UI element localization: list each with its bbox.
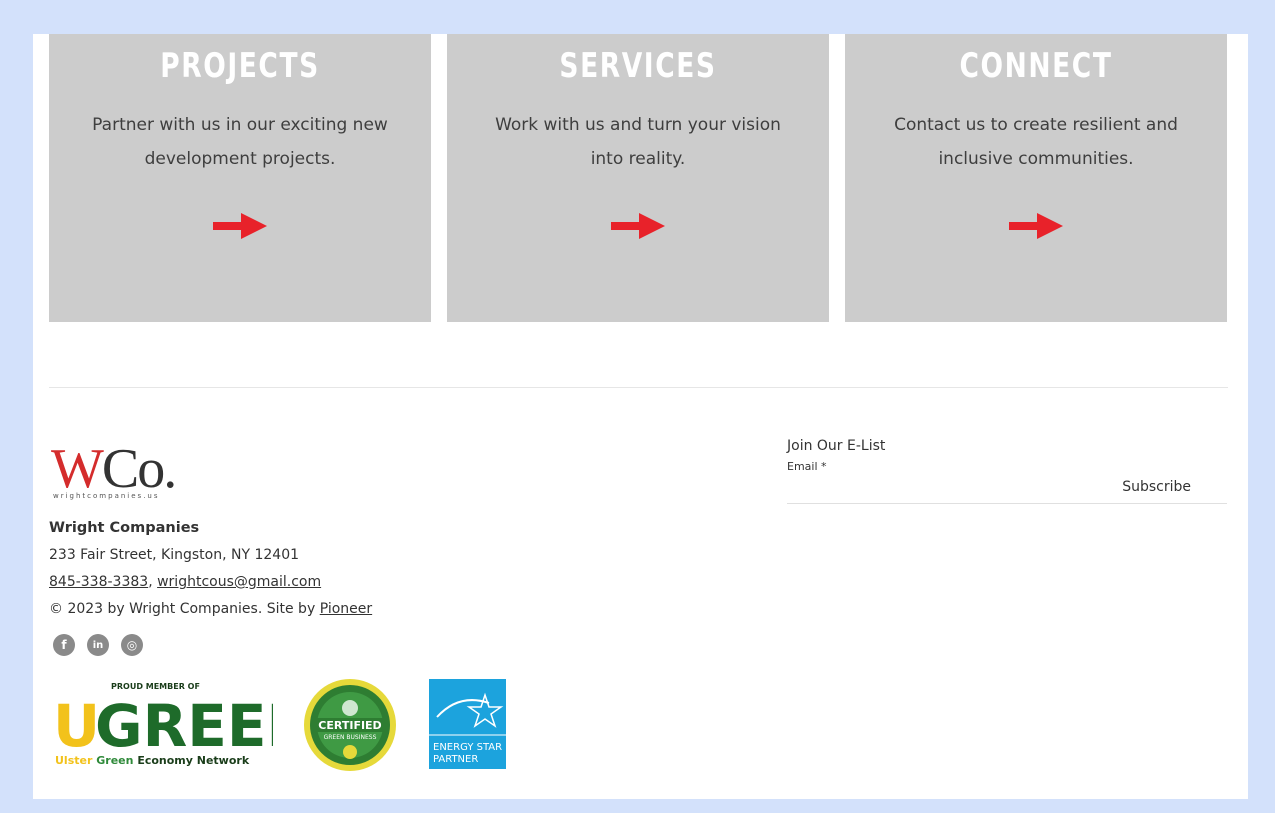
facebook-icon[interactable]: f [53,634,75,656]
social-bar: f in ◎ [53,634,143,656]
estar-line1: ENERGY STAR [433,742,502,753]
card-title: CONNECT [959,46,1113,86]
ugreen-top-text: PROUD MEMBER OF [111,682,200,691]
copyright-line: © 2023 by Wright Companies. Site by Pion… [49,599,372,626]
separator: , [148,574,153,590]
cert-main-text: CERTIFIED [318,719,381,732]
ugreen-u: U [53,692,100,760]
connect-card[interactable]: CONNECT Contact us to create resilient a… [845,34,1227,322]
logo-wordmark: WCo. [51,438,177,500]
company-name: Wright Companies [49,520,200,536]
card-description: Contact us to create resilient and inclu… [894,115,1178,169]
wco-logo[interactable]: WCo. wrightcompanies.us [51,439,201,505]
card-title: SERVICES [559,46,717,86]
projects-card[interactable]: PROJECTS Partner with us in our exciting… [49,34,431,322]
email-link[interactable]: wrightcous@gmail.com [157,574,321,590]
pioneer-link[interactable]: Pioneer [320,601,372,617]
ugreen-badge[interactable]: PROUD MEMBER OF U GREEN Ulster Green Eco… [53,680,273,770]
cert-sub-text: GREEN BUSINESS [324,734,377,741]
elist-title: Join Our E-List [787,438,886,454]
services-card[interactable]: SERVICES Work with us and turn your visi… [447,34,829,322]
email-field[interactable]: Subscribe [787,475,1227,504]
phone-link[interactable]: 845-338-3383 [49,574,148,590]
arrow-right-icon[interactable] [213,213,267,239]
subscribe-button[interactable]: Subscribe [1122,479,1191,495]
linkedin-icon[interactable]: in [87,634,109,656]
arrow-right-icon[interactable] [611,213,665,239]
logo-subtitle: wrightcompanies.us [53,492,160,500]
ugreen-green-text: GREEN [95,692,273,760]
contact-line: 845-338-3383, wrightcous@gmail.com [49,572,372,599]
copyright-text: © 2023 by Wright Companies. Site by [49,601,320,617]
instagram-icon[interactable]: ◎ [121,634,143,656]
email-label: Email * [787,460,827,473]
arrow-right-icon[interactable] [1009,213,1063,239]
address-block: Wright Companies 233 Fair Street, Kingst… [49,518,372,626]
elist-form: Join Our E-List Email * Subscribe [787,438,1227,504]
ugreen-network-text: Ulster Green Economy Network [55,754,250,767]
card-title: PROJECTS [160,46,320,86]
card-description: Partner with us in our exciting new deve… [92,115,388,169]
card-description: Work with us and turn your vision into r… [495,115,781,169]
energy-star-badge[interactable]: ENERGY STAR PARTNER [429,679,506,769]
page: PROJECTS Partner with us in our exciting… [33,34,1248,799]
certified-green-business-badge[interactable]: CERTIFIED GREEN BUSINESS [303,678,397,772]
footer-divider [49,387,1228,388]
street-address: 233 Fair Street, Kingston, NY 12401 [49,547,300,563]
estar-line2: PARTNER [433,754,478,765]
